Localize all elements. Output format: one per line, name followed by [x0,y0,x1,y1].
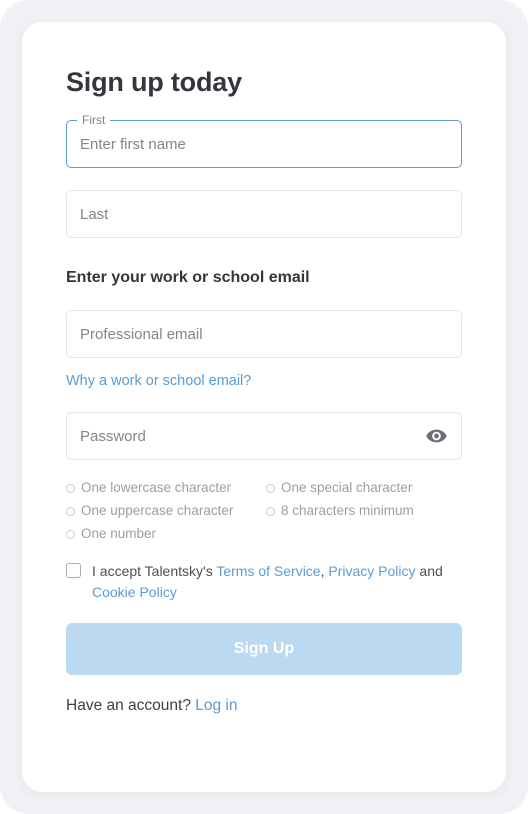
last-name-placeholder: Last [80,205,109,223]
requirement-bullet-icon [266,506,275,516]
password-placeholder: Password [80,427,146,445]
page-title: Sign up today [66,67,242,97]
requirement-label: One special character [281,480,413,495]
eye-icon[interactable] [423,412,449,460]
email-field[interactable]: Professional email [66,310,462,358]
first-name-field[interactable]: First Enter first name [66,112,462,168]
last-name-field[interactable]: Last [66,190,462,238]
eye-icon-glyph [425,429,447,443]
login-prompt: Have an account? Log in [66,697,462,715]
requirement-label: One uppercase character [81,503,234,518]
terms-acceptance-row: I accept Talentsky's Terms of Service, P… [66,561,462,603]
requirement-bullet-icon [66,529,75,539]
requirement-item: One uppercase character [66,502,266,520]
terms-text: I accept Talentsky's Terms of Service, P… [92,561,462,603]
password-field[interactable]: Password [66,412,462,460]
requirement-label: One number [81,526,157,541]
page-shell: Sign up today First Enter first name Las… [0,0,528,814]
signup-card: Sign up today First Enter first name Las… [22,22,506,792]
requirement-bullet-icon [266,483,275,493]
requirement-item: One lowercase character [66,479,266,497]
requirement-bullet-icon [66,506,75,516]
requirement-item: One number [66,525,266,543]
requirement-bullet-icon [66,483,75,493]
requirement-item: One special character [266,479,462,497]
privacy-policy-link[interactable]: Privacy Policy [328,563,415,579]
requirement-item: 8 characters minimum [266,502,462,520]
last-name-field-outline [66,190,462,238]
login-prompt-text: Have an account? [66,697,196,714]
terms-of-service-link[interactable]: Terms of Service [216,563,320,579]
email-placeholder: Professional email [80,325,203,343]
terms-prefix: I accept Talentsky's [92,563,217,579]
terms-conjunction: and [415,563,443,579]
accept-terms-checkbox[interactable] [66,563,81,578]
sign-up-button[interactable]: Sign Up [66,623,462,675]
first-name-floating-label: First [77,112,111,128]
why-work-email-link[interactable]: Why a work or school email? [66,373,251,389]
password-requirements-list: One lowercase character One special char… [66,479,462,543]
log-in-link[interactable]: Log in [195,697,237,714]
cookie-policy-link[interactable]: Cookie Policy [92,584,177,600]
requirement-label: 8 characters minimum [281,503,414,518]
email-section-heading: Enter your work or school email [66,269,310,286]
requirement-label: One lowercase character [81,480,232,495]
